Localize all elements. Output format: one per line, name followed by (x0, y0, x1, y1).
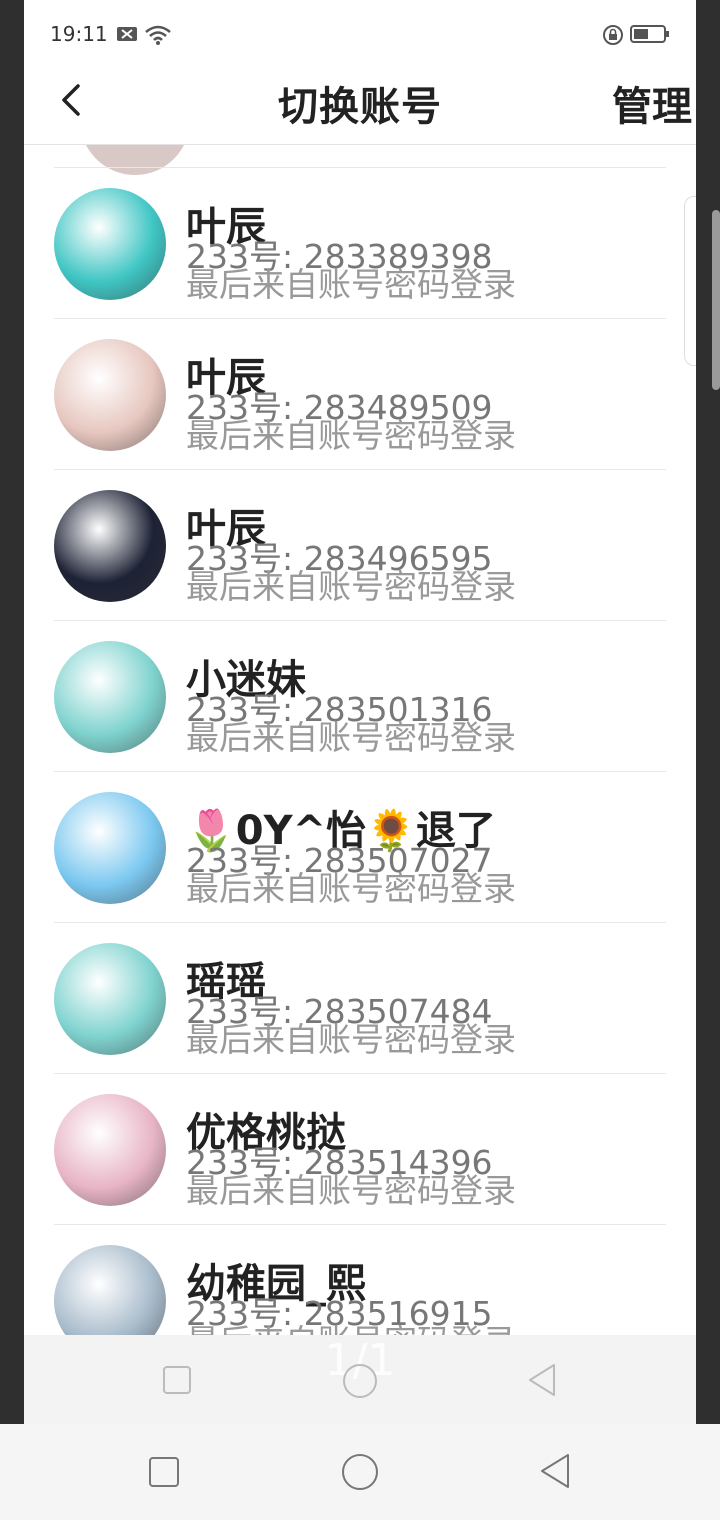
login-source: 最后来自账号密码登录 (186, 1315, 516, 1335)
login-source: 最后来自账号密码登录 (186, 718, 516, 757)
system-navigation-bar (0, 1424, 720, 1520)
avatar (54, 1245, 166, 1335)
avatar (54, 943, 166, 1055)
wifi-icon (144, 24, 172, 50)
recent-apps-icon[interactable] (148, 1456, 180, 1488)
login-source: 最后来自账号密码登录 (186, 416, 516, 455)
account-row[interactable]: 瑶瑶 233号: 283507484 最后来自账号密码登录 (54, 923, 666, 1074)
notification-icon (116, 24, 138, 48)
lock-rotation-icon (602, 24, 624, 50)
avatar (54, 188, 166, 300)
account-row[interactable]: 幼稚园_熙233号: 283516915最后来自账号密码登录 (54, 1225, 666, 1335)
battery-icon (630, 24, 670, 48)
manage-button[interactable]: 管理 (612, 74, 692, 132)
page-title: 切换账号 (278, 84, 442, 130)
square-icon[interactable] (162, 1365, 192, 1395)
account-row[interactable]: 叶辰 233号: 283496595 最后来自账号密码登录 (54, 470, 666, 621)
account-row[interactable]: 叶辰 233号: 283389398 最后来自账号密码登录 (54, 168, 666, 319)
avatar (54, 339, 166, 451)
account-row[interactable]: 小迷妹 233号: 283501316 最后来自账号密码登录 (54, 621, 666, 772)
circle-icon[interactable] (342, 1363, 378, 1399)
login-source: 最后来自账号密码登录 (186, 567, 516, 606)
avatar (54, 792, 166, 904)
back-icon[interactable] (538, 1452, 572, 1490)
triangle-back-icon[interactable] (526, 1363, 558, 1397)
status-time: 19:11 (50, 22, 108, 46)
phone-screen: 19:11 切换账号 管理 叶辰 233号: 283389398 最后来自账号密码登… (24, 0, 696, 1424)
scrollbar[interactable] (712, 210, 720, 390)
side-drawer-handle[interactable] (684, 196, 696, 366)
avatar (54, 1094, 166, 1206)
login-source: 最后来自账号密码登录 (186, 869, 516, 908)
status-bar: 19:11 (24, 0, 696, 60)
login-source: 最后来自账号密码登录 (186, 1171, 516, 1210)
home-icon[interactable] (340, 1452, 380, 1492)
header-bar: 切换账号 管理 (24, 60, 696, 145)
avatar (54, 641, 166, 753)
account-row[interactable]: 优格桃挞 233号: 283514396 最后来自账号密码登录 (54, 1074, 666, 1225)
login-source: 最后来自账号密码登录 (186, 1020, 516, 1059)
account-list[interactable]: 叶辰 233号: 283389398 最后来自账号密码登录 叶辰 233号: 28348… (24, 145, 696, 1335)
account-row[interactable]: 叶辰 233号: 283489509 最后来自账号密码登录 (54, 319, 666, 470)
avatar (54, 490, 166, 602)
account-row[interactable]: 🌷0Y^怡🌻退了 233号: 283507027 最后来自账号密码登录 (54, 772, 666, 923)
inner-navigation-bar: 1/1 (24, 1335, 696, 1424)
login-source: 最后来自账号密码登录 (186, 265, 516, 304)
